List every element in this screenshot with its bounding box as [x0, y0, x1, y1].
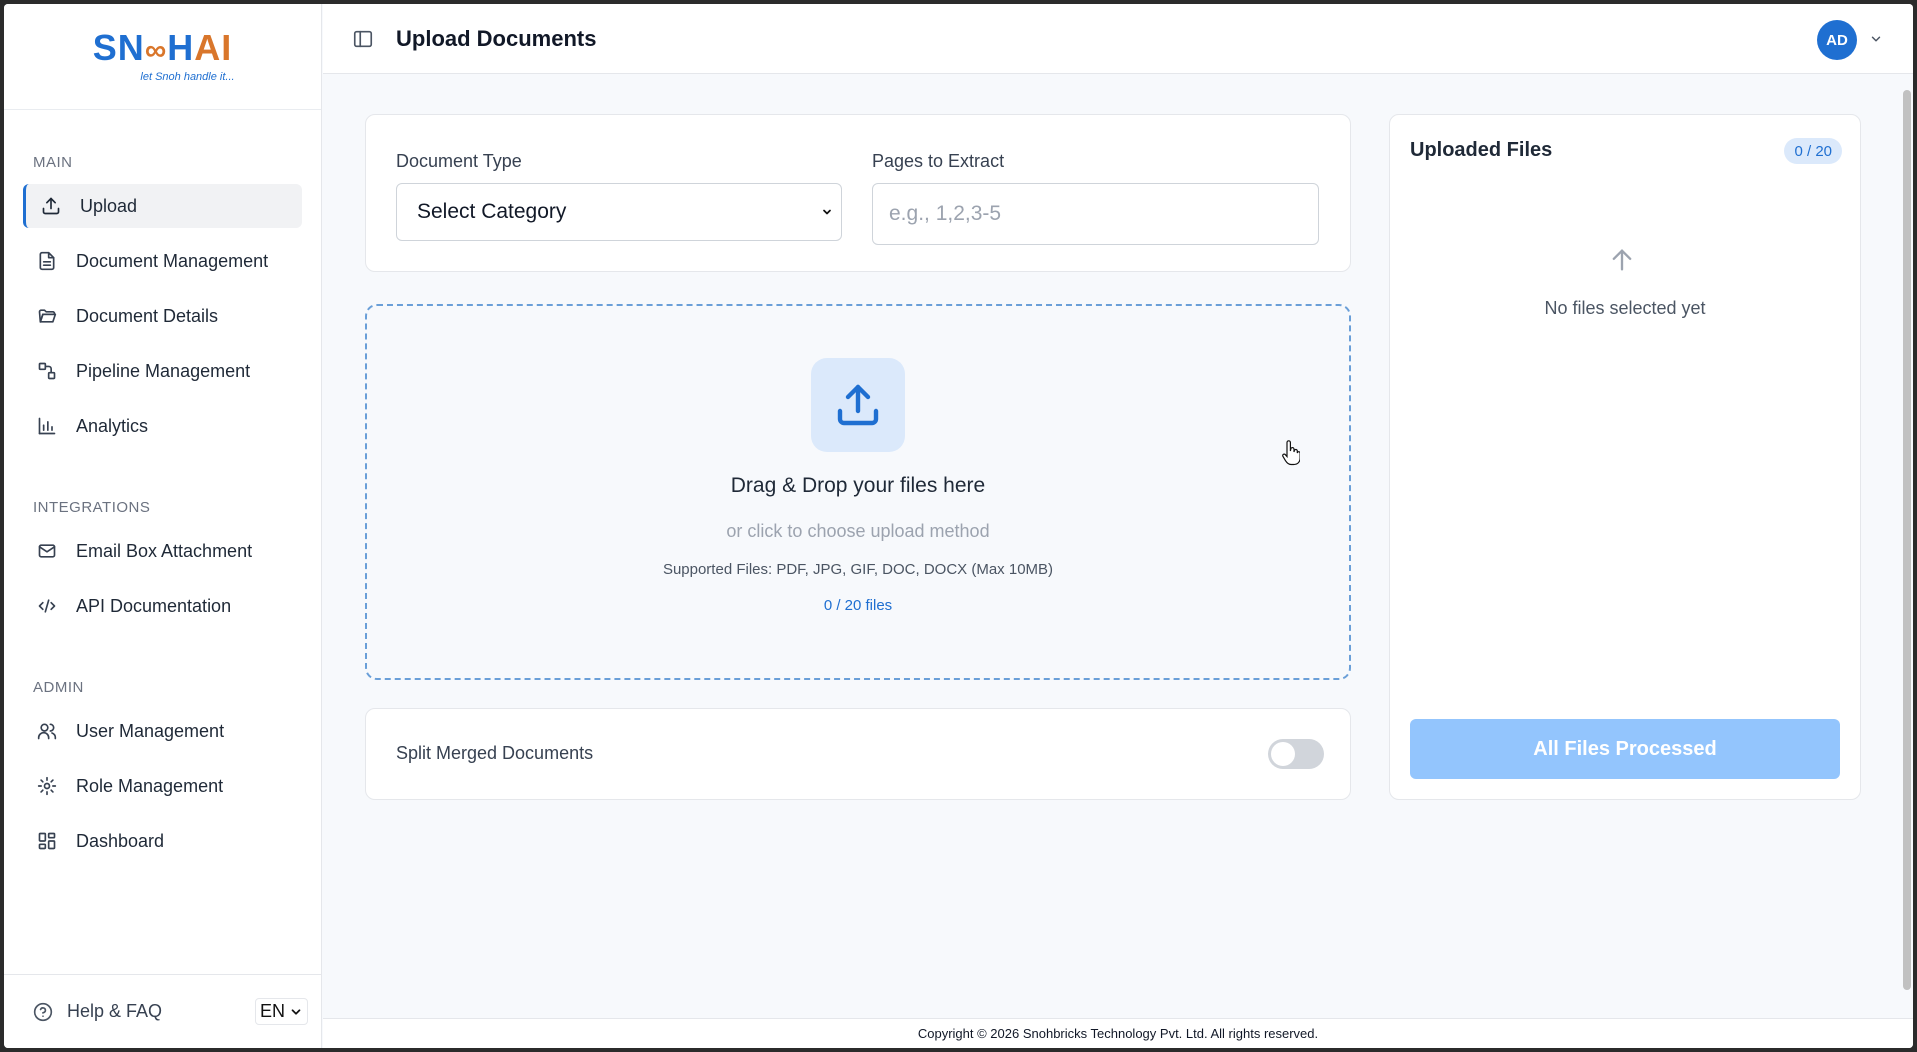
document-type-label: Document Type — [396, 151, 522, 171]
language-select[interactable]: EN — [254, 998, 308, 1025]
sidebar-item-role-management[interactable]: Role Management — [23, 764, 302, 808]
sidebar-item-label: Pipeline Management — [76, 360, 251, 381]
code-icon — [38, 599, 56, 613]
help-circle-icon — [33, 1002, 53, 1021]
top-header: Upload Documents AD — [323, 4, 1913, 74]
upload-tile — [811, 358, 905, 452]
sidebar: SN∞HAI let Snoh handle it... MAIN Upload… — [4, 4, 322, 1048]
sidebar-item-label: User Management — [76, 720, 225, 741]
pages-to-extract-label: Pages to Extract — [872, 151, 1005, 171]
scrollbar[interactable] — [1903, 90, 1911, 990]
sidebar-toggle-icon[interactable] — [352, 28, 374, 50]
chevron-down-icon — [291, 1008, 301, 1015]
logo[interactable]: SN∞HAI let Snoh handle it... — [4, 4, 321, 110]
split-merged-label: Split Merged Documents — [396, 743, 594, 763]
uploaded-count-badge: 0 / 20 — [1784, 138, 1842, 164]
app-window: SN∞HAI let Snoh handle it... MAIN Upload… — [4, 4, 1913, 1048]
copyright-text: Copyright © 2026 Snohbricks Technology P… — [917, 1026, 1319, 1041]
sidebar-item-label: Dashboard — [76, 830, 165, 851]
section-title-integrations: INTEGRATIONS — [33, 499, 151, 516]
sidebar-item-document-details[interactable]: Document Details — [23, 294, 302, 338]
chevron-down-icon — [823, 209, 831, 215]
sidebar-item-label: API Documentation — [76, 595, 232, 616]
uploaded-files-title: Uploaded Files — [1410, 139, 1553, 161]
users-icon — [37, 723, 57, 740]
document-type-value: Select Category — [417, 200, 567, 223]
sidebar-item-api-documentation[interactable]: API Documentation — [23, 584, 302, 628]
help-faq-link[interactable]: Help & FAQ — [33, 1001, 162, 1022]
dropzone-subtitle: or click to choose upload method — [726, 521, 990, 541]
hand-cursor-icon — [1282, 440, 1300, 466]
sidebar-item-label: Upload — [80, 195, 138, 216]
chevron-down-icon[interactable] — [1869, 32, 1883, 46]
section-title-main: MAIN — [33, 154, 73, 171]
toggle-knob — [1271, 742, 1295, 766]
dashboard-icon — [38, 832, 56, 850]
sidebar-item-label: Email Box Attachment — [76, 540, 253, 561]
pages-to-extract-input[interactable]: e.g., 1,2,3-5 — [872, 183, 1319, 245]
split-documents-card: Split Merged Documents — [365, 708, 1351, 800]
help-label: Help & FAQ — [67, 1001, 163, 1021]
sidebar-item-analytics[interactable]: Analytics — [23, 404, 302, 448]
bar-chart-icon — [38, 417, 56, 435]
sidebar-item-user-management[interactable]: User Management — [23, 709, 302, 753]
split-merged-toggle[interactable] — [1268, 739, 1324, 769]
document-settings-card: Document Type Select Category Pages to E… — [365, 114, 1351, 272]
sidebar-item-label: Analytics — [76, 415, 149, 436]
page-footer: Copyright © 2026 Snohbricks Technology P… — [323, 1018, 1913, 1048]
empty-state-text: No files selected yet — [1544, 298, 1706, 318]
sidebar-item-dashboard[interactable]: Dashboard — [23, 819, 302, 863]
file-dropzone[interactable]: Drag & Drop your files here or click to … — [365, 304, 1351, 680]
dropzone-title: Drag & Drop your files here — [730, 474, 986, 497]
language-value: EN — [259, 1001, 285, 1021]
gear-icon — [37, 776, 57, 796]
sidebar-footer: Help & FAQ EN — [4, 974, 322, 1048]
avatar[interactable]: AD — [1817, 20, 1857, 60]
folder-open-icon — [38, 309, 57, 323]
document-icon — [39, 251, 55, 271]
file-count: 0 / 20 files — [823, 597, 893, 614]
arrow-up-icon — [1612, 249, 1632, 271]
sidebar-item-upload[interactable]: Upload — [23, 184, 302, 228]
all-files-processed-button[interactable]: All Files Processed — [1410, 719, 1840, 779]
supported-files-text: Supported Files: PDF, JPG, GIF, DOC, DOC… — [662, 561, 1054, 578]
pipeline-icon — [38, 362, 56, 380]
sidebar-item-email-box-attachment[interactable]: Email Box Attachment — [23, 529, 302, 573]
page-title: Upload Documents — [396, 25, 597, 51]
upload-icon — [42, 197, 60, 215]
sidebar-item-label: Document Management — [76, 250, 269, 271]
logo-tagline: let Snoh handle it... — [140, 71, 235, 83]
section-title-admin: ADMIN — [33, 679, 84, 696]
sidebar-item-label: Document Details — [76, 305, 219, 326]
document-type-select[interactable]: Select Category — [396, 183, 842, 241]
upload-icon — [837, 384, 879, 426]
sidebar-item-label: Role Management — [76, 775, 224, 796]
uploaded-files-card: Uploaded Files 0 / 20 No files selected … — [1389, 114, 1861, 800]
mail-icon — [38, 544, 56, 558]
sidebar-item-pipeline-management[interactable]: Pipeline Management — [23, 349, 302, 393]
sidebar-item-document-management[interactable]: Document Management — [23, 239, 302, 283]
logo-wordmark: SN∞HAI — [92, 27, 233, 68]
